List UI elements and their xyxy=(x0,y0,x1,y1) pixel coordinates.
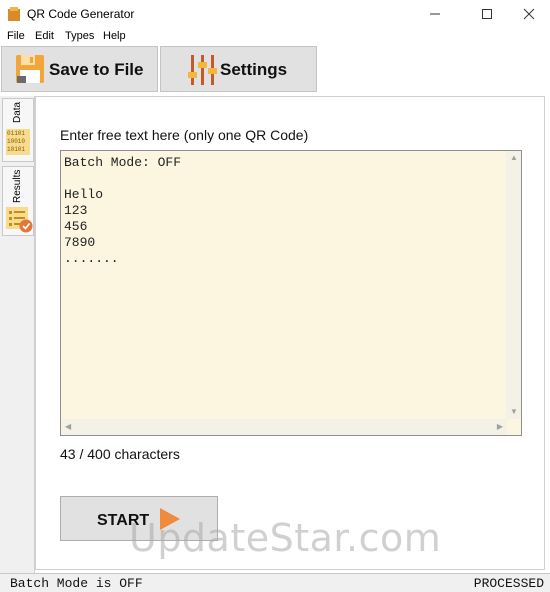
process-status: PROCESSED xyxy=(473,576,544,591)
watermark: UpdateStar.com xyxy=(129,516,442,560)
menu-file[interactable]: File xyxy=(7,30,25,42)
data-panel: Enter free text here (only one QR Code) … xyxy=(35,96,545,570)
title-bar: QR Code Generator xyxy=(0,0,550,28)
character-count: 43 / 400 characters xyxy=(60,446,180,462)
sliders-settings-icon xyxy=(188,55,217,85)
binary-data-icon: 01101 10010 10101 xyxy=(6,129,30,155)
tab-data[interactable]: Data 01101 10010 10101 xyxy=(2,98,34,162)
settings-label: Settings xyxy=(220,60,288,79)
close-button[interactable] xyxy=(506,0,550,28)
menu-help[interactable]: Help xyxy=(103,30,126,42)
maximize-button[interactable] xyxy=(464,0,510,28)
tab-results-label: Results xyxy=(12,169,23,203)
toolbar: Save to File Settings xyxy=(0,44,550,96)
free-text-input[interactable]: Batch Mode: OFF Hello 123 456 7890 .....… xyxy=(60,150,522,436)
menu-edit[interactable]: Edit xyxy=(35,30,54,42)
window-title: QR Code Generator xyxy=(27,7,135,21)
vertical-scrollbar[interactable]: ▲ ▼ xyxy=(506,151,521,419)
scroll-right-icon[interactable]: ▶ xyxy=(497,422,503,431)
scroll-down-icon[interactable]: ▼ xyxy=(510,407,518,416)
binary-line: 10010 xyxy=(7,138,26,145)
maximize-icon xyxy=(482,9,492,19)
settings-button[interactable]: Settings xyxy=(160,46,317,92)
save-to-file-label: Save to File xyxy=(49,60,144,79)
binary-line: 10101 xyxy=(7,146,26,153)
side-tab-strip: Data 01101 10010 10101 Results xyxy=(0,96,35,574)
scroll-up-icon[interactable]: ▲ xyxy=(510,153,518,162)
minimize-icon xyxy=(430,13,440,15)
binary-line: 01101 xyxy=(7,130,26,137)
status-bar: Batch Mode is OFF PROCESSED xyxy=(0,573,550,592)
scroll-left-icon[interactable]: ◀ xyxy=(65,422,71,431)
save-to-file-button[interactable]: Save to File xyxy=(1,46,158,92)
tab-results[interactable]: Results xyxy=(2,166,34,236)
tab-data-label: Data xyxy=(12,101,23,123)
minimize-button[interactable] xyxy=(412,0,458,28)
menu-types[interactable]: Types xyxy=(65,30,94,42)
checklist-results-icon xyxy=(6,207,33,233)
free-text-value[interactable]: Batch Mode: OFF Hello 123 456 7890 .....… xyxy=(64,155,181,267)
horizontal-scrollbar[interactable]: ◀ ▶ xyxy=(61,419,507,435)
batch-mode-status: Batch Mode is OFF xyxy=(10,576,143,591)
input-prompt-label: Enter free text here (only one QR Code) xyxy=(60,127,309,143)
floppy-save-icon xyxy=(16,55,44,83)
app-icon xyxy=(8,7,20,21)
close-icon xyxy=(523,8,535,20)
